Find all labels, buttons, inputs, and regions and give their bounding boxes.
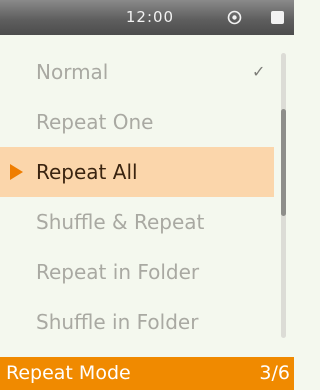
footer-title: Repeat Mode xyxy=(6,362,131,384)
repeat-mode-icon xyxy=(227,10,242,25)
menu-item-repeat-in-folder[interactable]: Repeat in Folder xyxy=(0,247,274,297)
menu-item-label: Shuffle & Repeat xyxy=(36,210,205,234)
item-position: 3/6 xyxy=(259,362,290,384)
menu-item-label: Repeat in Folder xyxy=(36,260,200,284)
clock: 12:00 xyxy=(125,8,175,26)
scroll-thumb[interactable] xyxy=(281,109,286,216)
menu-item-label: Shuffle in Folder xyxy=(36,310,199,334)
menu-item-label: Normal xyxy=(36,60,109,84)
check-icon: ✓ xyxy=(252,62,266,81)
footer-bar: Repeat Mode 3/6 xyxy=(0,357,294,390)
clock-container: 12:00 xyxy=(118,0,182,35)
menu-item-label: Repeat All xyxy=(36,160,138,184)
menu-item-shuffle-repeat[interactable]: Shuffle & Repeat xyxy=(0,197,274,247)
scrollbar[interactable] xyxy=(281,53,286,338)
menu-item-repeat-all[interactable]: Repeat All xyxy=(0,147,274,197)
menu-item-normal[interactable]: Normal ✓ xyxy=(0,47,274,97)
status-bar: 12:00 xyxy=(0,0,294,35)
repeat-mode-menu: Normal ✓ Repeat One Repeat All Shuffle &… xyxy=(0,47,294,347)
battery-icon xyxy=(271,11,284,24)
menu-item-label: Repeat One xyxy=(36,110,154,134)
menu-item-shuffle-in-folder[interactable]: Shuffle in Folder xyxy=(0,297,274,347)
menu-item-repeat-one[interactable]: Repeat One xyxy=(0,97,274,147)
selection-arrow-icon xyxy=(10,164,23,180)
